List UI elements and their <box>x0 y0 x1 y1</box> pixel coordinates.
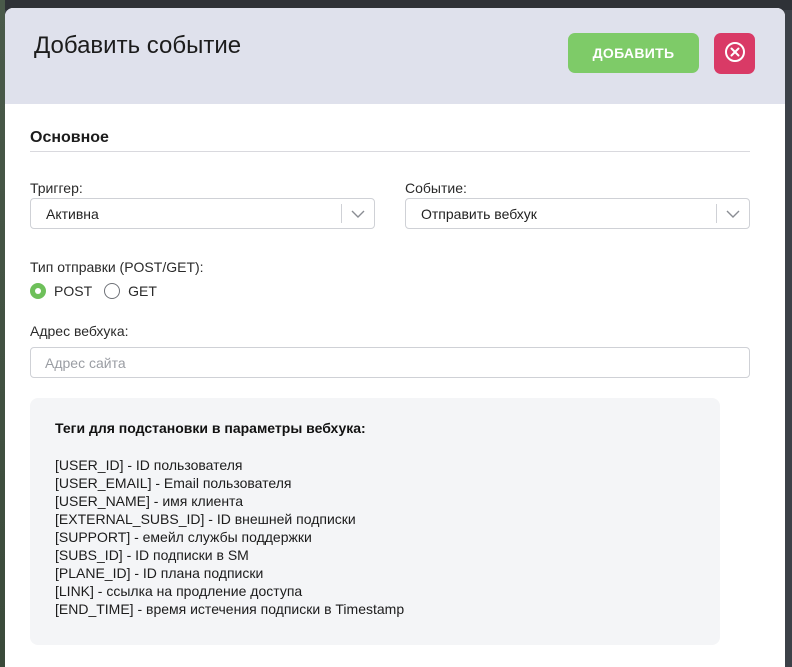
chevron-down-icon <box>717 210 749 218</box>
event-select-value: Отправить вебхук <box>421 205 537 222</box>
modal-header: Добавить событие ДОБАВИТЬ <box>5 8 785 104</box>
tags-info-box: Теги для подстановки в параметры вебхука… <box>30 398 720 645</box>
event-select[interactable]: Отправить вебхук <box>405 198 750 229</box>
add-button[interactable]: ДОБАВИТЬ <box>568 33 699 73</box>
radio-checked-icon <box>30 283 46 299</box>
modal-title: Добавить событие <box>34 32 242 59</box>
tags-title: Теги для подстановки в параметры вебхука… <box>55 420 366 436</box>
tag-item: [USER_ID] - ID пользователя <box>55 457 243 473</box>
send-type-label: Тип отправки (POST/GET): <box>30 259 204 275</box>
event-label: Событие: <box>405 180 467 196</box>
webhook-url-input[interactable] <box>30 347 750 378</box>
tag-item: [END_TIME] - время истечения подписки в … <box>55 601 405 617</box>
trigger-label: Триггер: <box>30 180 83 196</box>
close-circle-icon <box>724 41 746 66</box>
radio-unchecked-icon <box>104 283 121 299</box>
radio-get-label: GET <box>128 283 157 299</box>
trigger-select-value: Активна <box>46 205 99 222</box>
send-type-radio-group: POST GET <box>30 283 169 299</box>
trigger-select[interactable]: Активна <box>30 198 375 229</box>
radio-get[interactable]: GET <box>104 283 157 299</box>
tag-item: [LINK] - ссылка на продление доступа <box>55 583 303 599</box>
chevron-down-icon <box>342 210 374 218</box>
tag-item: [SUBS_ID] - ID подписки в SM <box>55 547 249 563</box>
tag-item: [USER_NAME] - имя клиента <box>55 493 244 509</box>
close-button[interactable] <box>714 33 755 74</box>
tag-item: [PLANE_ID] - ID плана подписки <box>55 565 264 581</box>
tag-item: [USER_EMAIL] - Email пользователя <box>55 475 292 491</box>
radio-post[interactable]: POST <box>30 283 92 299</box>
tag-item: [EXTERNAL_SUBS_ID] - ID внешней подписки <box>55 511 356 527</box>
webhook-label: Адрес вебхука: <box>30 323 129 339</box>
section-title: Основное <box>30 129 109 146</box>
radio-post-label: POST <box>54 283 93 299</box>
section-divider <box>30 151 750 152</box>
tag-item: [SUPPORT] - емейл службы поддержки <box>55 529 312 545</box>
tags-list: [USER_ID] - ID пользователя [USER_EMAIL]… <box>55 456 695 618</box>
